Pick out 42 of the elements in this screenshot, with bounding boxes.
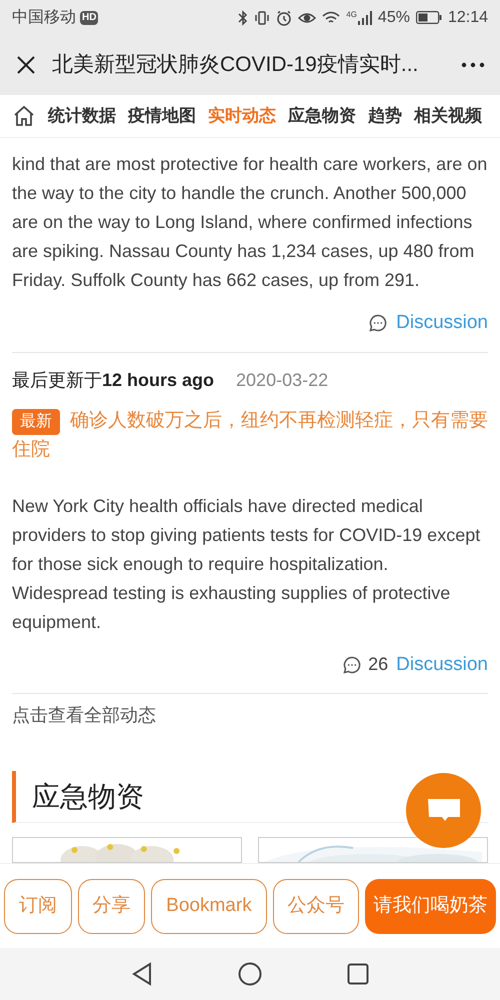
post-body: New York City health officials have directed medical providers to stop giving patients tests for COVID-19 except for those sick enough to require hospitalization. Widespread testing is exhausting supplies of protective equipment. xyxy=(12,494,482,634)
discussion-link[interactable]: Discussion xyxy=(396,309,488,338)
alarm-icon xyxy=(276,10,292,26)
action-button[interactable]: Bookmark xyxy=(151,878,267,934)
update-time: 最后更新于12 hours ago xyxy=(12,368,214,392)
post-body: kind that are most protective for health care workers, are on the way to the city to handle the crunch. Another 500,000 are on the way to Long Island, where confirmed infections are spiking. Nassau County has 1,234 cases, up 480 from Friday. Suffolk County has 662 cases, up from 291. xyxy=(12,153,488,292)
action-button[interactable]: 订阅 xyxy=(4,878,72,934)
page-title: 北美新型冠状肺炎COVID-19疫情实时... xyxy=(52,52,418,78)
recents-button[interactable] xyxy=(347,963,369,985)
battery-icon xyxy=(416,11,442,24)
back-button[interactable] xyxy=(131,962,153,986)
network-type: 4G xyxy=(346,10,357,18)
nav-tab[interactable]: 疫情地图 xyxy=(128,103,196,129)
comment-count: 26 xyxy=(368,653,388,676)
section-title: 应急物资 xyxy=(32,780,144,814)
home-button[interactable] xyxy=(238,962,262,986)
nav-tab[interactable]: 统计数据 xyxy=(48,103,116,129)
view-all-link[interactable]: 点击查看全部动态 xyxy=(12,702,488,729)
eye-icon xyxy=(298,10,316,24)
battery-percent: 45% xyxy=(378,8,410,28)
post-date: 2020-03-22 xyxy=(236,368,328,392)
carrier-name: 中国移动 xyxy=(12,8,76,28)
action-button[interactable]: 公众号 xyxy=(272,878,360,934)
home-icon[interactable] xyxy=(12,104,36,128)
clock-time: 12:14 xyxy=(448,8,488,28)
vibrate-icon xyxy=(254,10,270,26)
nav-tab[interactable]: 趋势 xyxy=(368,103,402,129)
bluetooth-icon xyxy=(238,10,248,26)
post-headline: 最新 确诊人数破万之后，纽约不再检测轻症，只有需要住院 xyxy=(12,408,488,462)
comment-icon xyxy=(368,313,388,334)
close-icon xyxy=(16,55,36,75)
action-button[interactable]: 分享 xyxy=(78,878,146,934)
hd-badge: HD xyxy=(80,10,98,24)
nav-tab[interactable]: 实时动态 xyxy=(208,103,276,129)
action-button[interactable]: 请我们喝奶茶 xyxy=(365,878,496,934)
nav-tab[interactable]: 应急物资 xyxy=(288,103,356,129)
discussion-link[interactable]: Discussion xyxy=(396,650,488,679)
more-icon xyxy=(461,62,485,68)
nav-tab[interactable]: 相关视频 xyxy=(414,103,482,129)
comment-icon xyxy=(342,654,362,675)
wifi-icon xyxy=(322,10,340,24)
signal-icon xyxy=(358,10,372,24)
